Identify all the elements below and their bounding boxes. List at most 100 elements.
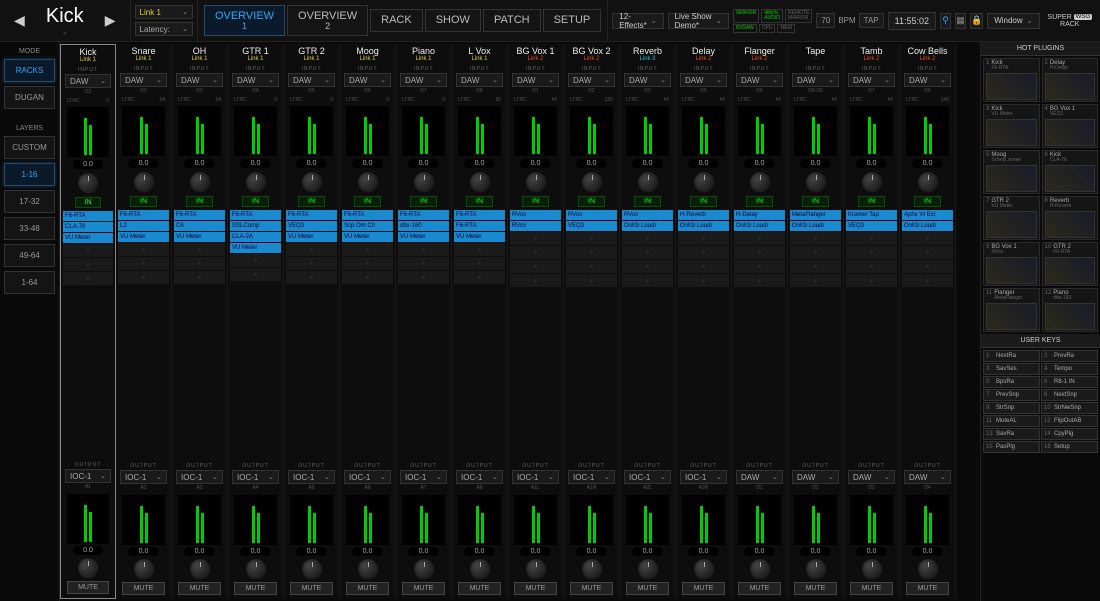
user-key[interactable]: 5BpsRa — [983, 376, 1040, 388]
output-select[interactable]: DAW⌄ — [792, 470, 839, 484]
plugin-slot[interactable]: F6-RTA — [286, 210, 337, 220]
channel-title-dropdown-icon[interactable]: ⌄ — [31, 28, 99, 36]
plugin-slot-empty[interactable]: + — [118, 257, 169, 270]
plugin-slot[interactable]: H-Delay — [734, 210, 785, 220]
plugin-slot[interactable]: F6-RTA — [454, 221, 505, 231]
plugin-slot-empty[interactable]: + — [566, 274, 617, 287]
output-select[interactable]: DAW⌄ — [848, 470, 895, 484]
hot-plugin-slot[interactable]: 6KickCLA-76 — [1042, 150, 1099, 194]
plugin-slot[interactable]: OnKb Loudr — [790, 221, 841, 231]
user-key[interactable]: 16Setup — [1041, 441, 1098, 453]
plugin-slot-empty[interactable]: + — [63, 258, 113, 271]
user-key[interactable]: 12FlipOutAB — [1041, 415, 1098, 427]
strip-link[interactable]: Link 1 — [396, 56, 451, 64]
plugin-slot[interactable]: VU Meter — [118, 232, 169, 242]
input-select[interactable]: DAW⌄ — [456, 73, 503, 87]
output-select[interactable]: DAW⌄ — [736, 470, 783, 484]
plugin-slot[interactable]: F6-RTA — [342, 210, 393, 220]
mute-button[interactable]: MUTE — [850, 582, 893, 595]
output-gain-knob[interactable] — [284, 559, 339, 579]
plugin-slot[interactable]: RVox — [510, 221, 561, 231]
output-gain-knob[interactable] — [732, 559, 787, 579]
user-key[interactable]: 2PrevRa — [1041, 350, 1098, 362]
plugin-slot-empty[interactable]: + — [286, 243, 337, 256]
mute-button[interactable]: MUTE — [626, 582, 669, 595]
show-select[interactable]: Live Show Demo*⌄ — [668, 13, 729, 29]
plugin-slot[interactable]: VU Meter — [342, 232, 393, 242]
output-gain-knob[interactable] — [900, 559, 955, 579]
output-gain-knob[interactable] — [564, 559, 619, 579]
user-key[interactable]: 3SavSes — [983, 363, 1040, 375]
channel-strip[interactable]: OHLink 1INPUTDAW⌄D3LTNC540.0INF6-RTAC6VU… — [172, 44, 228, 599]
input-select[interactable]: DAW⌄ — [680, 73, 727, 87]
output-gain-knob[interactable] — [61, 558, 115, 578]
output-select[interactable]: IOC-1⌄ — [400, 470, 447, 484]
plugin-slot-empty[interactable]: + — [678, 274, 729, 287]
in-button[interactable]: IN — [410, 196, 437, 207]
channel-strip[interactable]: GTR 2Link 1INPUTDAW⌄D5LTNC00.0INF6-RTAVE… — [284, 44, 340, 599]
hot-plugin-slot[interactable]: 9BG Vox 1RVox — [983, 242, 1040, 286]
output-gain-knob[interactable] — [620, 559, 675, 579]
user-key[interactable]: 9StrSnp — [983, 402, 1040, 414]
strip-link[interactable]: — — [788, 56, 843, 64]
plugin-slot[interactable]: Kramer Tap — [846, 210, 897, 220]
plugin-slot[interactable]: OnKb Loudr — [678, 221, 729, 231]
strip-link[interactable]: Link 1 — [61, 57, 115, 65]
plugin-slot[interactable]: VU Meter — [286, 232, 337, 242]
latency-select[interactable]: Latency:⌄ — [135, 22, 193, 36]
plugin-slot-empty[interactable]: + — [902, 260, 953, 273]
strip-link[interactable]: Link 1 — [284, 56, 339, 64]
plugin-slot-empty[interactable]: + — [902, 274, 953, 287]
mute-button[interactable]: MUTE — [67, 581, 109, 594]
plugin-slot-empty[interactable]: + — [286, 271, 337, 284]
mute-button[interactable]: MUTE — [122, 582, 165, 595]
link-icon[interactable]: ⚲ — [940, 13, 951, 29]
plugin-slot-empty[interactable]: + — [398, 243, 449, 256]
plugin-slot[interactable]: OnKb Loudr — [622, 221, 673, 231]
plugin-slot-empty[interactable]: + — [790, 274, 841, 287]
hot-plugin-slot[interactable]: 7GTR 2VU Meter — [983, 196, 1040, 240]
plugin-slot[interactable]: H-Reverb — [678, 210, 729, 220]
plugin-slot[interactable]: CLA-2A — [230, 232, 281, 242]
channel-strip[interactable]: GTR 1Link 1INPUTDAW⌄D4LTNC00.0INF6-RTASS… — [228, 44, 284, 599]
sidebar-layer-1-64[interactable]: 1-64 — [4, 271, 55, 294]
user-key[interactable]: 15PasPlg — [983, 441, 1040, 453]
hot-plugin-slot[interactable]: 11FlangerMetaFlanger — [983, 288, 1040, 332]
hot-plugin-slot[interactable]: 2DelayH-Delay — [1042, 58, 1099, 102]
plugin-slot[interactable]: VU Meter — [230, 243, 281, 253]
plugin-slot-empty[interactable]: + — [734, 274, 785, 287]
mute-button[interactable]: MUTE — [514, 582, 557, 595]
channel-strip[interactable]: PianoLink 1INPUTDAW⌄D7LTNC00.0INF6-RTAdb… — [396, 44, 452, 599]
plugin-slot-empty[interactable]: + — [566, 260, 617, 273]
plugin-slot[interactable]: F6-RTA — [454, 210, 505, 220]
plugin-slot-empty[interactable]: + — [678, 260, 729, 273]
strip-link[interactable]: Link 1 — [172, 56, 227, 64]
input-gain-knob[interactable] — [508, 172, 563, 192]
plugin-slot[interactable]: F6-RTA — [118, 210, 169, 220]
output-select[interactable]: IOC-1⌄ — [120, 470, 167, 484]
plugin-slot-empty[interactable]: + — [734, 246, 785, 259]
hot-plugin-slot[interactable]: 12Pianodbx-160 — [1042, 288, 1099, 332]
input-gain-knob[interactable] — [284, 172, 339, 192]
input-select[interactable]: DAW⌄ — [624, 73, 671, 87]
output-gain-knob[interactable] — [452, 559, 507, 579]
plugin-slot-empty[interactable]: + — [174, 257, 225, 270]
sidebar-layer-49-64[interactable]: 49-64 — [4, 244, 55, 267]
channel-strip[interactable]: TambLink 2INPUTDAW⌄D7LTNC640.0INKramer T… — [844, 44, 900, 599]
input-gain-knob[interactable] — [564, 172, 619, 192]
input-gain-knob[interactable] — [116, 172, 171, 192]
strip-link[interactable]: Link 3 — [620, 56, 675, 64]
user-key[interactable]: 14CpyPlg — [1041, 428, 1098, 440]
plugin-slot-empty[interactable]: + — [510, 260, 561, 273]
input-gain-knob[interactable] — [732, 172, 787, 192]
plugin-slot[interactable]: VU Meter — [454, 232, 505, 242]
plugin-slot-empty[interactable]: + — [622, 274, 673, 287]
in-button[interactable]: IN — [130, 196, 157, 207]
hot-plugin-slot[interactable]: 8ReverbH-Reverb — [1042, 196, 1099, 240]
output-gain-knob[interactable] — [508, 559, 563, 579]
user-key[interactable]: 7PrevSnp — [983, 389, 1040, 401]
output-gain-knob[interactable] — [172, 559, 227, 579]
in-button[interactable]: IN — [186, 196, 213, 207]
plugin-slot-empty[interactable]: + — [454, 243, 505, 256]
plugin-slot-empty[interactable]: + — [342, 257, 393, 270]
